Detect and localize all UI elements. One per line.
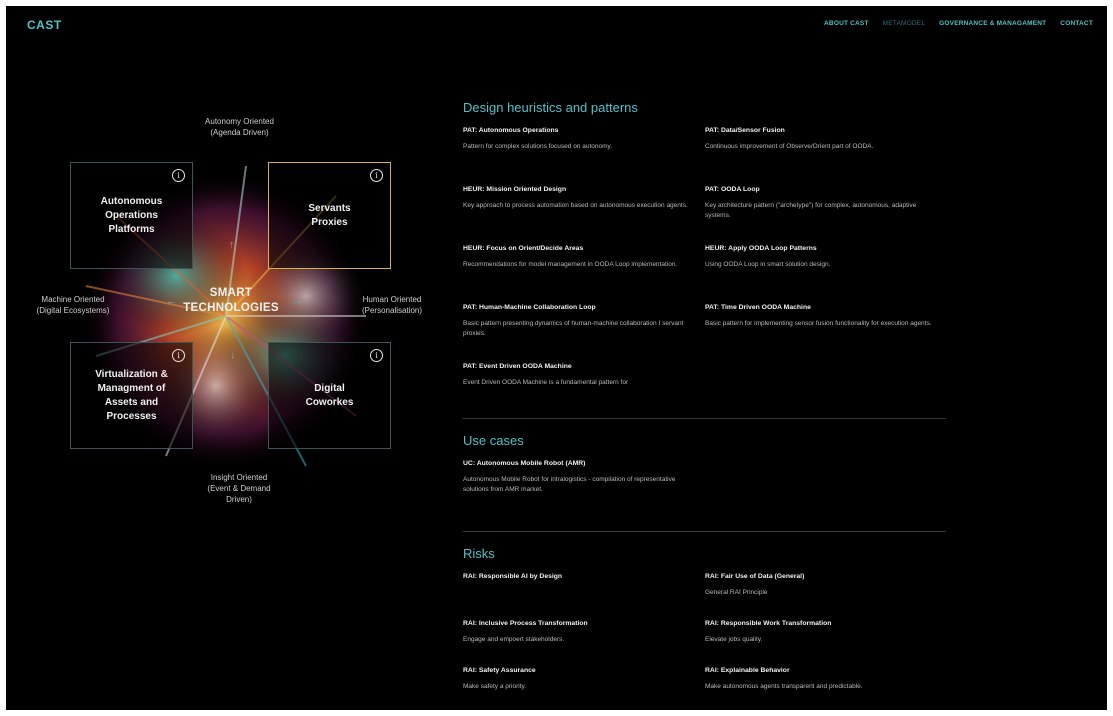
axis-label-top: Autonomy Oriented (Agenda Driven) <box>205 117 274 137</box>
risk-item[interactable]: RAI: Responsible Work Transformation Ele… <box>705 620 946 667</box>
item-title[interactable]: PAT: OODA Loop <box>705 186 946 193</box>
item-title[interactable]: PAT: Human-Machine Collaboration Loop <box>463 304 705 311</box>
patterns-grid: PAT: Autonomous Operations Pattern for c… <box>463 127 946 412</box>
section-title-risks: Risks <box>463 546 495 561</box>
item-title[interactable]: RAI: Explainable Behavior <box>705 667 946 674</box>
nav-governance[interactable]: GOVERNANCE & MANAGAMENT <box>939 20 1046 27</box>
risk-item[interactable]: RAI: Inclusive Process Transformation En… <box>463 620 705 667</box>
nav-contact[interactable]: CONTACT <box>1060 20 1093 27</box>
section-title-use-cases: Use cases <box>463 433 524 448</box>
item-desc: Make autonomous agents transparent and p… <box>705 683 863 690</box>
item-desc: Pattern for complex solutions focused on… <box>463 143 613 150</box>
item-desc: Elevate jobs quality. <box>705 636 763 643</box>
site-logo[interactable]: CAST <box>27 18 62 32</box>
pattern-item[interactable]: PAT: OODA Loop Key architecture pattern … <box>705 186 946 236</box>
item-title[interactable]: RAI: Responsible AI by Design <box>463 573 705 580</box>
section-divider <box>463 531 946 532</box>
center-label: SMART TECHNOLOGIES <box>183 287 279 314</box>
item-desc: Basic pattern presenting dynamics of hum… <box>463 320 684 337</box>
pattern-item[interactable]: PAT: Human-Machine Collaboration Loop Ba… <box>463 304 705 354</box>
item-desc: Event Driven OODA Machine is a fundament… <box>463 379 629 386</box>
item-desc: Continuous improvement of Observe/Orient… <box>705 143 874 150</box>
use-cases-grid: UC: Autonomous Mobile Robot (AMR) Autono… <box>463 460 946 525</box>
info-icon[interactable]: i <box>370 349 383 362</box>
item-desc: Key architecture pattern ("archetype") f… <box>705 202 917 219</box>
pattern-item[interactable]: HEUR: Mission Oriented Design Key approa… <box>463 186 705 236</box>
item-title[interactable]: HEUR: Mission Oriented Design <box>463 186 705 193</box>
quadrant-virtualization[interactable]: i Virtualization & Managment of Assets a… <box>70 342 193 449</box>
pattern-item[interactable]: PAT: Data/Sensor Fusion Continuous impro… <box>705 127 946 177</box>
quadrant-digital-coworkes[interactable]: i Digital Coworkes <box>268 342 391 449</box>
item-title[interactable]: RAI: Responsible Work Transformation <box>705 620 946 627</box>
item-title[interactable]: PAT: Data/Sensor Fusion <box>705 127 946 134</box>
info-icon[interactable]: i <box>370 169 383 182</box>
item-desc: Using OODA Loop in smart solution design… <box>705 261 831 268</box>
item-title[interactable]: RAI: Safety Assurance <box>463 667 705 674</box>
arrow-up-icon: ↑ <box>229 239 235 251</box>
top-nav: ABOUT CAST METAMODEL GOVERNANCE & MANAGA… <box>824 20 1093 27</box>
item-title[interactable]: PAT: Autonomous Operations <box>463 127 705 134</box>
item-title[interactable]: RAI: Fair Use of Data (General) <box>705 573 946 580</box>
quadrant-label: Digital Coworkes <box>305 382 354 408</box>
info-icon[interactable]: i <box>172 349 185 362</box>
quadrant-servants-proxies[interactable]: i Servants Proxies <box>268 162 391 269</box>
arrow-left-icon: ← <box>166 295 177 307</box>
risk-item[interactable]: RAI: Fair Use of Data (General) General … <box>705 573 946 620</box>
axis-label-bottom: Insight Oriented (Event & Demand Driven) <box>207 473 271 504</box>
axis-label-right: Human Oriented (Personalisation) <box>361 295 423 315</box>
risks-grid: RAI: Responsible AI by Design RAI: Fair … <box>463 573 946 710</box>
pattern-item[interactable]: PAT: Event Driven OODA Machine Event Dri… <box>463 363 705 403</box>
quadrant-label: Autonomous Operations Platforms <box>100 195 163 235</box>
item-desc: Basic pattern for implementing sensor fu… <box>705 320 932 327</box>
risk-item[interactable]: RAI: Explainable Behavior Make autonomou… <box>705 667 946 710</box>
use-case-item[interactable]: UC: Autonomous Mobile Robot (AMR) Autono… <box>463 460 705 516</box>
item-title[interactable]: HEUR: Apply OODA Loop Patterns <box>705 245 946 252</box>
arrow-down-icon: ↓ <box>230 349 236 361</box>
quadrant-label: Virtualization & Managment of Assets and… <box>95 368 168 422</box>
smart-technologies-diagram: Autonomy Oriented (Agenda Driven) Machin… <box>6 96 446 516</box>
item-desc: General RAI Principle <box>705 589 768 596</box>
risk-item[interactable]: RAI: Responsible AI by Design <box>463 573 705 620</box>
arrow-right-icon: → <box>292 295 303 307</box>
item-desc: Autonomous Mobile Robot for intralogisti… <box>463 476 676 493</box>
item-title[interactable]: HEUR: Focus on Orient/Decide Areas <box>463 245 705 252</box>
pattern-item[interactable]: PAT: Time Driven OODA Machine Basic patt… <box>705 304 946 354</box>
item-title[interactable]: PAT: Time Driven OODA Machine <box>705 304 946 311</box>
axis-label-left: Machine Oriented (Digital Ecosystems) <box>36 295 110 315</box>
item-desc: Key approach to process automation based… <box>463 202 688 209</box>
pattern-item[interactable]: PAT: Autonomous Operations Pattern for c… <box>463 127 705 177</box>
content-panel: Design heuristics and patterns PAT: Auto… <box>463 100 946 710</box>
item-title[interactable]: RAI: Inclusive Process Transformation <box>463 620 705 627</box>
item-desc: Make safety a priority. <box>463 683 527 690</box>
item-desc: Engage and empoert stakeholders. <box>463 636 565 643</box>
pattern-item[interactable]: HEUR: Apply OODA Loop Patterns Using OOD… <box>705 245 946 295</box>
quadrant-label: Servants Proxies <box>308 202 351 228</box>
section-divider <box>463 418 946 419</box>
risk-item[interactable]: RAI: Safety Assurance Make safety a prio… <box>463 667 705 710</box>
nav-metamodel[interactable]: METAMODEL <box>883 20 926 27</box>
quadrant-autonomous-operations[interactable]: i Autonomous Operations Platforms <box>70 162 193 269</box>
item-title[interactable]: UC: Autonomous Mobile Robot (AMR) <box>463 460 705 467</box>
page-frame: CAST ABOUT CAST METAMODEL GOVERNANCE & M… <box>6 6 1107 710</box>
pattern-item[interactable]: HEUR: Focus on Orient/Decide Areas Recom… <box>463 245 705 295</box>
info-icon[interactable]: i <box>172 169 185 182</box>
item-desc: Recommendations for model management in … <box>463 261 678 268</box>
section-title-patterns: Design heuristics and patterns <box>463 100 638 115</box>
nav-about[interactable]: ABOUT CAST <box>824 20 869 27</box>
item-title[interactable]: PAT: Event Driven OODA Machine <box>463 363 705 370</box>
